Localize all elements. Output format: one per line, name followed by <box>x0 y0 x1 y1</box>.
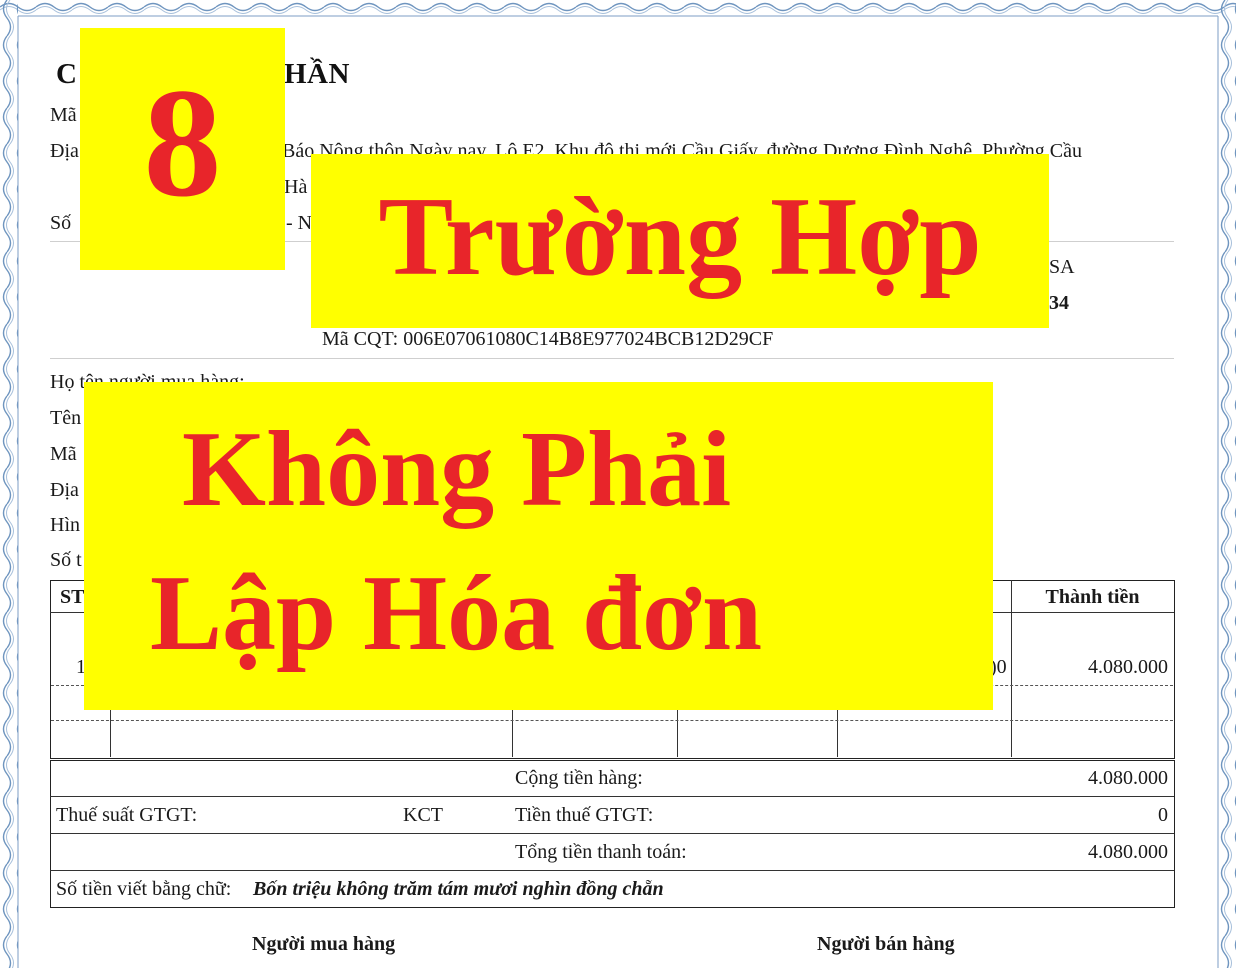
row-separator <box>51 720 1173 721</box>
totals-line <box>50 796 1174 797</box>
col-amount-header: Thành tiền <box>1045 586 1140 608</box>
amount-in-words: Bốn triệu không trăm tám mươi nghìn đồng… <box>253 878 664 900</box>
title-line-3: Lập Hóa đơn <box>150 554 763 673</box>
col-stt-header: ST <box>60 586 85 608</box>
subtotal-label: Cộng tiền hàng: <box>515 767 643 789</box>
buyer-address-label: Địa <box>50 479 79 501</box>
buyer-tax-code-label: Mã <box>50 443 77 465</box>
number-badge: 8 <box>80 28 285 270</box>
buyer-divider <box>50 358 1174 359</box>
total-label: Tổng tiền thanh toán: <box>515 841 687 863</box>
vat-amount-label: Tiền thuế GTGT: <box>515 804 654 826</box>
totals-line <box>50 870 1174 871</box>
payment-method-label: Hìn <box>50 514 80 536</box>
vat-rate-label: Thuế suất GTGT: <box>56 804 198 826</box>
amount-in-words-label: Số tiền viết bằng chữ: <box>56 878 232 900</box>
seller-signature-label: Người bán hàng <box>817 933 955 955</box>
title-line-2: Không Phải <box>182 410 732 529</box>
seller-phone-fragment: - N <box>286 212 313 234</box>
company-name-fragment-right: HẦN <box>284 58 350 90</box>
badge-number: 8 <box>143 56 222 229</box>
vat-amount-value: 0 <box>1158 804 1168 826</box>
tax-authority-code: Mã CQT: 006E07061080C14B8E977024BCB12D29… <box>322 328 774 350</box>
row1-amount: 4.080.000 <box>1088 656 1168 678</box>
title-line-1: Trường Hợp <box>378 175 982 299</box>
seller-address-label: Địa <box>50 140 79 162</box>
vat-rate-value: KCT <box>403 804 443 826</box>
company-name-fragment-left: C <box>56 58 78 90</box>
title-banner-bottom: Không Phải Lập Hóa đơn <box>84 382 993 710</box>
invoice-serial-fragment: SA <box>1049 256 1075 278</box>
seller-tax-code-label: Mã <box>50 104 77 126</box>
account-number-label: Số t <box>50 549 82 571</box>
title-banner-top: Trường Hợp <box>311 154 1049 328</box>
buyer-signature-label: Người mua hàng <box>252 933 396 955</box>
seller-address-line2: Hà <box>284 176 308 198</box>
invoice-frame: C HẦN Mã Địa Báo Nông thôn Ngày nay, Lô … <box>0 0 1236 968</box>
total-value: 4.080.000 <box>1088 841 1168 863</box>
subtotal-value: 4.080.000 <box>1088 767 1168 789</box>
seller-phone-label: Số <box>50 212 72 234</box>
buyer-company-label: Tên <box>50 407 82 429</box>
totals-line <box>50 833 1174 834</box>
invoice-number-fragment: 34 <box>1049 292 1069 314</box>
